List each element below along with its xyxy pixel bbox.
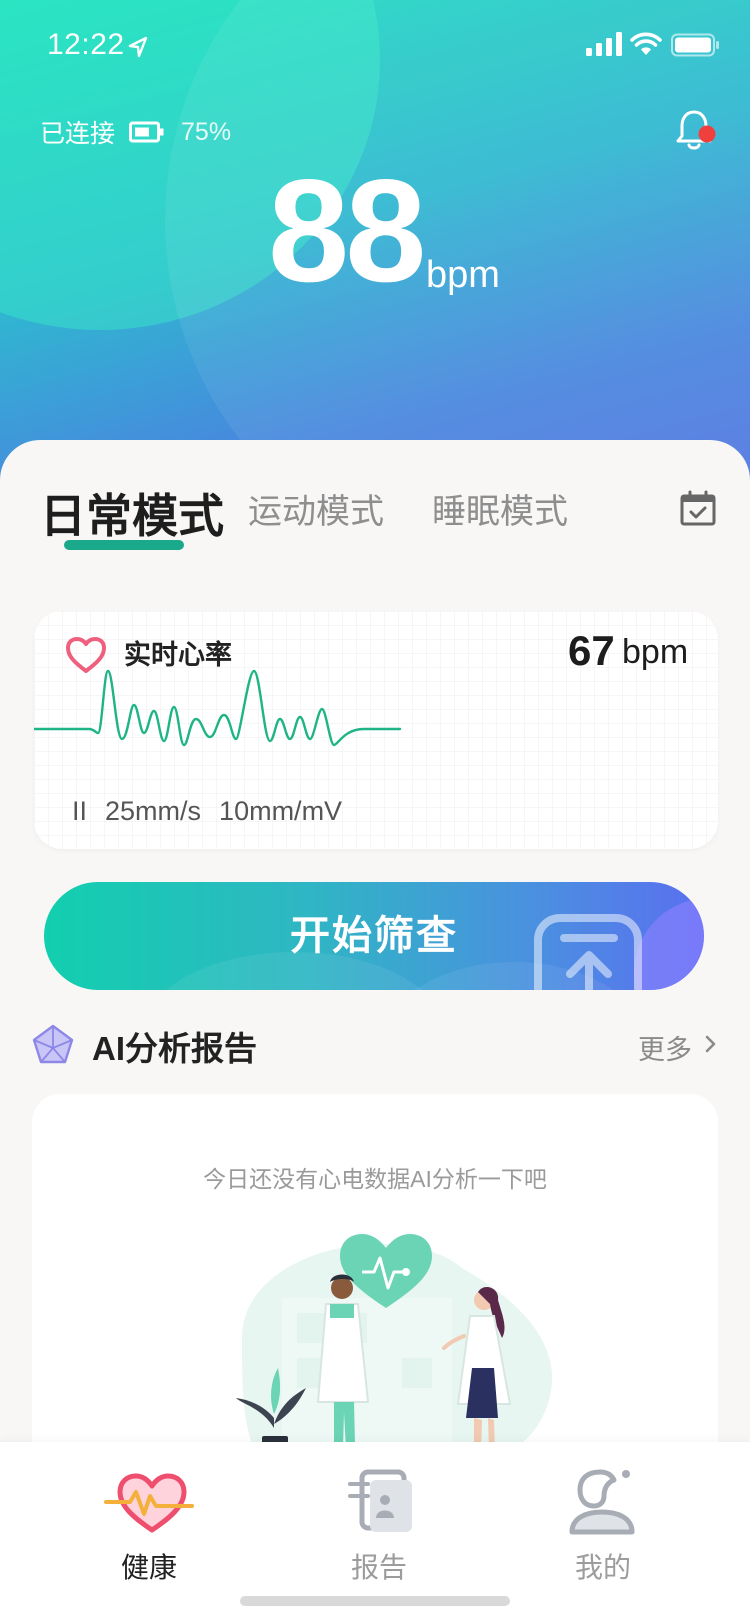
bottom-tab-bar: 健康 报告 我的 (0, 1442, 750, 1620)
heart-pulse-icon (104, 1473, 194, 1533)
tab-report[interactable]: 报告 (304, 1466, 454, 1586)
report-icon (348, 1469, 412, 1532)
tab-exercise-mode[interactable]: 运动模式 (248, 484, 384, 533)
ai-report-title: AI分析报告 (92, 1030, 257, 1067)
cellular-signal-icon (586, 32, 622, 56)
tab-sleep-mode[interactable]: 睡眠模式 (432, 484, 568, 533)
battery-icon (671, 33, 719, 57)
ecg-parameters: II 25mm/s 10mm/mV (72, 796, 342, 827)
profile-icon (569, 1469, 635, 1535)
heart-rate-unit: bpm (426, 254, 500, 296)
heart-rate-value: 88 (268, 149, 426, 312)
realtime-ecg-card: 实时心率 67 bpm II 25mm/s 10mm/mV (34, 611, 718, 849)
ecg-waveform (34, 669, 402, 747)
tab-health-label: 健康 (120, 1552, 177, 1583)
more-link[interactable]: 更多 (638, 1028, 692, 1067)
tab-profile-label: 我的 (574, 1552, 631, 1583)
connection-label: 已连接 (40, 120, 116, 148)
location-arrow-icon (128, 36, 148, 58)
tab-health[interactable]: 健康 (74, 1466, 224, 1586)
tab-profile[interactable]: 我的 (528, 1466, 678, 1586)
start-screening-button[interactable]: 开始筛查 (44, 882, 704, 990)
device-battery-icon (129, 121, 164, 143)
ecg-gain: 10mm/mV (219, 796, 343, 826)
status-bar: 12:22 (0, 0, 750, 90)
calendar-icon[interactable] (680, 490, 716, 526)
upload-icon (534, 914, 642, 990)
notification-bell-icon[interactable] (676, 108, 716, 152)
pentagon-icon (32, 1024, 74, 1064)
tab-daily-mode[interactable]: 日常模式 (40, 480, 224, 546)
ecg-speed: 25mm/s (105, 796, 202, 826)
ai-report-header: AI分析报告 更多 (32, 1022, 722, 1068)
wifi-icon (630, 32, 662, 55)
device-connection-status: 已连接 75% (40, 114, 231, 150)
ai-empty-message: 今日还没有心电数据AI分析一下吧 (203, 1166, 547, 1192)
chevron-right-icon[interactable] (704, 1032, 718, 1056)
tab-report-label: 报告 (350, 1552, 407, 1583)
status-time: 12:22 (47, 28, 125, 61)
active-tab-indicator (64, 540, 184, 550)
home-indicator (240, 1596, 510, 1606)
ecg-lead: II (72, 796, 88, 826)
device-battery-percent: 75% (181, 117, 232, 146)
